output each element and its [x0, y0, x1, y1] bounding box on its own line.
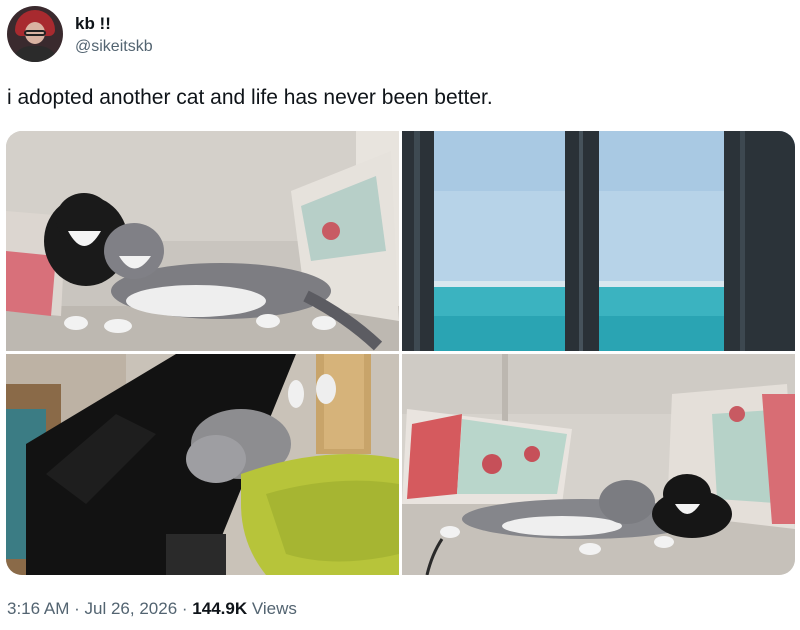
tweet-text: i adopted another cat and life has never… — [7, 86, 493, 109]
author-info: kb !! @sikeitskb — [75, 14, 153, 57]
photo-cats-cuddling-on-couch[interactable] — [6, 131, 399, 351]
separator: · — [181, 599, 188, 618]
tweet-meta: 3:16 AM · Jul 26, 2026 · 144.9K Views — [7, 598, 297, 620]
media-grid — [6, 131, 795, 575]
views-count[interactable]: 144.9K — [192, 599, 247, 618]
separator: · — [74, 599, 80, 618]
tweet-header: kb !! @sikeitskb — [7, 6, 153, 62]
photo-cats-playing-cat-tree[interactable] — [6, 354, 399, 575]
tweet-date[interactable]: Jul 26, 2026 — [85, 599, 178, 618]
user-handle[interactable]: @sikeitskb — [75, 37, 153, 57]
avatar[interactable] — [7, 6, 63, 62]
views-label: Views — [251, 599, 297, 618]
display-name[interactable]: kb !! — [75, 14, 153, 34]
photo-cats-on-couch-pillows[interactable] — [402, 354, 795, 575]
photo-ocean-view-window[interactable] — [402, 131, 795, 351]
tweet-time[interactable]: 3:16 AM — [7, 599, 69, 618]
